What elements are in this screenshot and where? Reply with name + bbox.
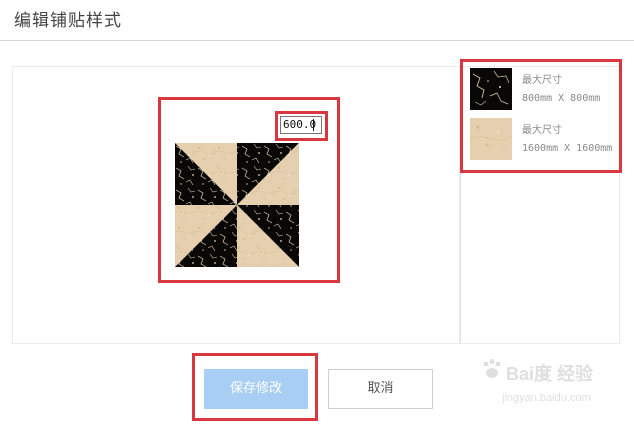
baidu-jingyan-watermark: Bai度 经验 jingyan.baidu.com	[480, 352, 630, 412]
paw-logo-icon	[483, 359, 501, 378]
watermark-brand: Bai度 经验	[506, 364, 594, 384]
dialog-title: 编辑铺贴样式	[14, 11, 122, 31]
header-divider	[0, 40, 634, 41]
watermark-url: jingyan.baidu.com	[502, 392, 591, 404]
tile-size-input[interactable]: 600.0	[280, 116, 322, 134]
cancel-button[interactable]: 取消	[328, 369, 433, 409]
materials-highlight-frame	[460, 59, 622, 173]
text-caret	[313, 119, 314, 131]
save-button-highlight-frame	[192, 353, 318, 421]
